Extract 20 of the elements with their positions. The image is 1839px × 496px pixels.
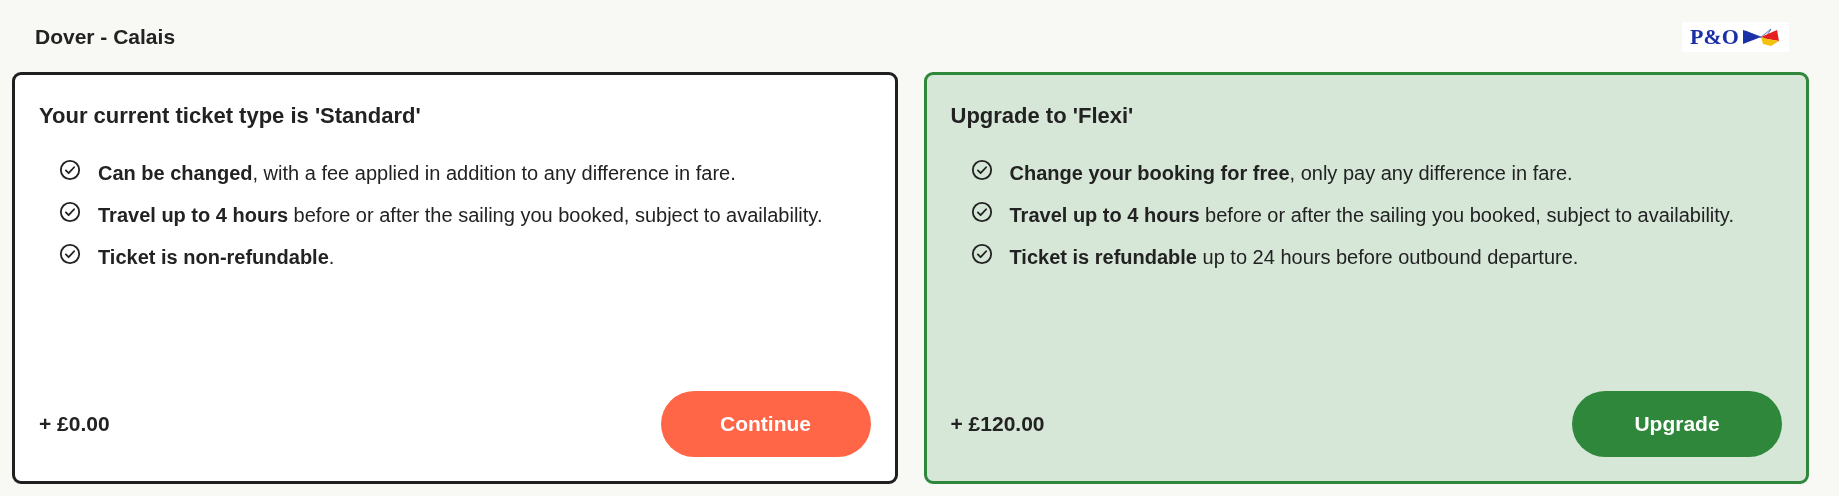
price-text: + £0.00	[39, 412, 110, 436]
check-circle-icon	[970, 201, 993, 223]
card-title: Your current ticket type is 'Standard'	[39, 103, 422, 129]
check-circle-icon	[59, 201, 81, 223]
check-circle-icon	[59, 159, 81, 181]
check-circle-icon	[970, 159, 993, 181]
operator-logo: P&O	[1682, 22, 1789, 52]
check-circle-icon	[59, 243, 81, 265]
feature-text: Change your booking for free, only pay any difference in fare.	[1009, 161, 1573, 186]
feature-text: Travel up to 4 hours before or after the sailing you booked, subject to availability.	[1009, 203, 1734, 228]
check-circle-icon	[970, 243, 993, 265]
feature-text: Travel up to 4 hours before or after the sailing you booked, subject to availability.	[98, 203, 823, 228]
card-title: Upgrade to 'Flexi'	[950, 103, 1135, 129]
feature-text: Can be changed, with a fee applied in addition to any difference in fare.	[98, 161, 736, 186]
feature-text: Ticket is refundable up to 24 hours before outbound departure.	[1009, 245, 1579, 270]
continue-button[interactable]: Continue	[660, 391, 871, 457]
feature-text: Ticket is non-refundable.	[98, 245, 335, 270]
route-title: Dover - Calais	[35, 25, 176, 49]
upgrade-button[interactable]: Upgrade	[1572, 391, 1782, 457]
price-text: + £120.00	[950, 412, 1045, 436]
